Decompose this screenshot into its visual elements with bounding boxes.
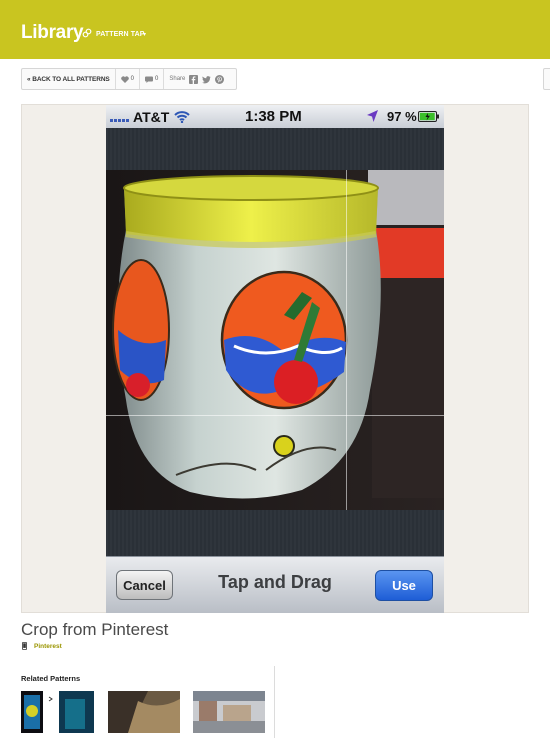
related-pattern-image [21,691,94,733]
twitter-icon[interactable] [202,75,211,84]
share-label: Share [169,76,186,82]
brand-menu[interactable]: PATTERN TAP [96,31,145,38]
carrier-label: AT&T [133,109,170,125]
crop-toolbar: Cancel Tap and Drag Use [106,556,444,613]
comment-button[interactable]: 0 [140,69,165,89]
app-header: Library PATTERN TAP ▾ [0,0,550,59]
library-logo[interactable]: Library [21,22,84,44]
cancel-button[interactable]: Cancel [116,570,173,600]
heart-icon [120,75,129,83]
crop-grid-line [106,415,444,416]
share-group: Share [164,69,233,89]
related-pattern-thumbnail[interactable] [21,691,94,733]
comment-count: 0 [155,76,159,82]
divider [274,666,275,738]
like-button[interactable]: 0 [116,69,141,89]
chevron-down-icon[interactable]: ▾ [143,31,146,38]
mobile-device-icon [22,642,27,650]
crop-photo[interactable] [106,170,444,510]
crop-grid-line [346,170,347,510]
related-pattern-thumbnail[interactable] [108,691,180,733]
comment-icon [145,76,154,83]
pattern-toolbar: « BACK TO ALL PATTERNS 0 0 Share [21,68,237,90]
related-patterns-heading: Related Patterns [21,674,81,683]
battery-icon [418,111,439,122]
crop-mask-top [106,128,444,170]
toolbar-overflow-button[interactable] [543,68,550,90]
battery-percentage: 97 % [387,109,417,124]
location-arrow-icon [367,110,378,122]
link-icon [82,28,92,38]
pattern-source-link[interactable]: Pinterest [34,643,62,650]
phone-screenshot: AT&T 1:38 PM 97 % Cancel Tap and Drag Us… [106,105,444,613]
status-bar: AT&T 1:38 PM 97 % [106,105,444,128]
status-time: 1:38 PM [245,108,302,125]
mug-photo [106,170,444,510]
facebook-icon[interactable] [189,74,199,84]
pattern-title: Crop from Pinterest [21,620,169,639]
wifi-icon [174,111,190,123]
back-to-all-patterns-button[interactable]: « BACK TO ALL PATTERNS [22,69,116,89]
related-pattern-image [108,691,180,733]
pinterest-icon[interactable] [215,74,225,84]
crop-mask-bottom [106,510,444,556]
use-button[interactable]: Use [375,570,433,601]
signal-strength-icon [110,119,129,122]
related-pattern-thumbnail[interactable] [193,691,265,733]
related-pattern-image [193,691,265,733]
like-count: 0 [130,76,135,82]
